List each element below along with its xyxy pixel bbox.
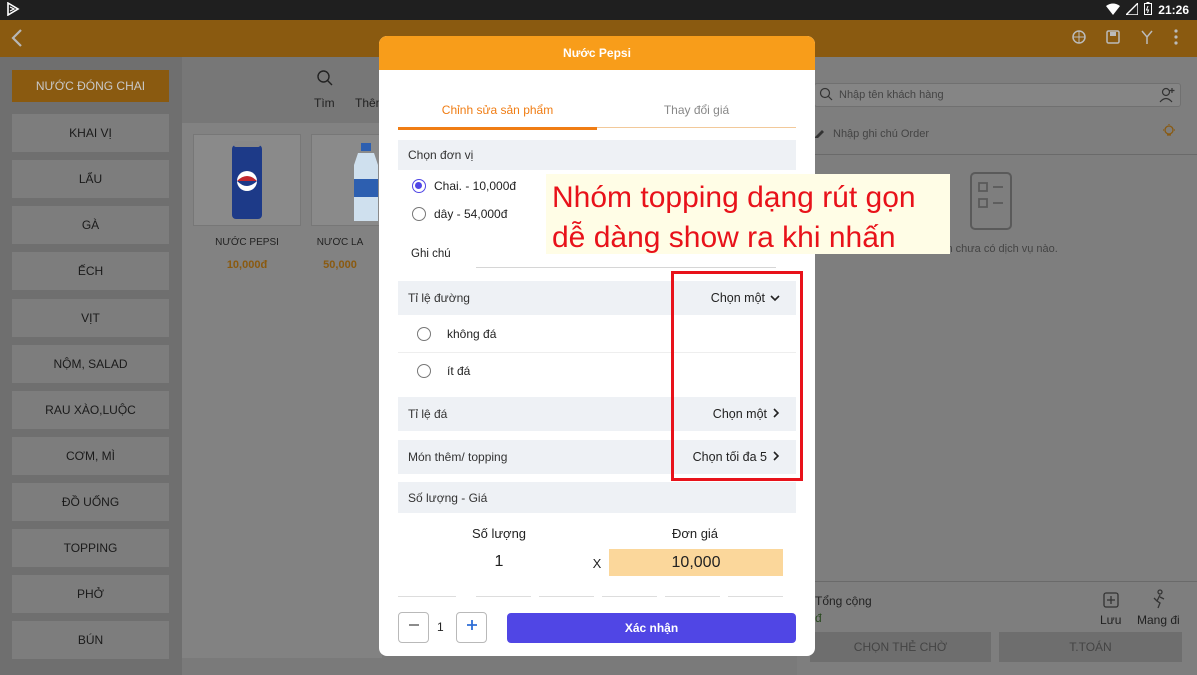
tab-label: Thay đổi giá [663,103,730,117]
unit-option-label: dây - 54,000đ [434,207,508,221]
plus-icon [465,618,479,637]
radio-unchecked-icon[interactable] [417,364,431,378]
product-name: NƯỚC LA [316,237,364,248]
save-disk-icon[interactable] [1105,29,1121,50]
qty-price-section-header: Số lượng - Giá [398,482,796,513]
takeaway-label[interactable]: Mang đi [1137,613,1180,627]
group-label: Tỉ lệ đá [408,407,448,421]
category-item[interactable]: CƠM, MÌ [12,437,169,475]
increase-qty-button[interactable] [456,612,487,643]
unit-option[interactable]: Chai. - 10,000đ [412,179,516,193]
search-label[interactable]: Tìm [314,96,335,110]
category-header-button[interactable]: NƯỚC ĐÓNG CHAI [12,70,169,102]
tab-label: Chỉnh sửa sản phẩm [441,103,554,117]
search-area: Tìm Thêm [182,57,386,123]
category-item[interactable]: NỘM, SALAD [12,345,169,383]
add-customer-icon[interactable] [1158,86,1176,109]
search-icon [819,87,833,106]
divider [797,154,1197,155]
more-vertical-icon[interactable] [1173,29,1179,50]
back-arrow-icon[interactable] [8,27,28,54]
save-label[interactable]: Lưu [1100,613,1121,627]
radio-unchecked-icon[interactable] [412,207,426,221]
qty-value[interactable]: 1 [449,553,549,571]
category-item[interactable]: ẾCH [12,252,169,290]
category-item[interactable]: KHAI VỊ [12,114,169,152]
product-name: NƯỚC PEPSI [215,237,279,248]
dialog-title: Nước Pepsi [379,36,815,70]
qty-label: Số lượng [471,526,527,541]
divider [602,596,657,597]
pepsi-can-image [230,141,264,226]
category-item[interactable]: VỊT [12,299,169,337]
group-label: Món thêm/ topping [408,450,508,464]
section-title: Số lượng - Giá [408,490,488,505]
customer-search-field[interactable]: Nhập tên khách hàng [814,83,1181,107]
search-icon[interactable] [316,69,334,92]
radio-unchecked-icon[interactable] [417,327,431,341]
unit-option-label: Chai. - 10,000đ [434,179,517,193]
order-panel: Nhập tên khách hàng Nhập ghi chú Order H… [797,57,1197,675]
minus-icon [407,618,421,637]
note-label: Ghi chú [411,248,451,260]
signal-icon [1124,0,1139,18]
active-tab-indicator [398,127,597,130]
times-symbol: X [592,556,602,571]
divider [476,596,531,597]
product-price: 10,000đ [226,259,268,271]
category-item[interactable]: ĐỒ UỐNG [12,483,169,521]
app-logo-icon [6,1,20,19]
tab-change-price[interactable]: Thay đổi giá [597,92,796,128]
group-label: Tỉ lệ đường [408,291,470,305]
divider [665,596,720,597]
category-item[interactable]: RAU XÀO,LUỘC [12,391,169,429]
stepper-value[interactable]: 1 [437,620,444,634]
save-icon[interactable] [1102,591,1120,614]
clock-time: 21:26 [1158,3,1189,17]
category-item[interactable]: LẨU [12,160,169,198]
total-value: đ [815,611,822,625]
pay-button[interactable]: T.TOÁN [999,632,1182,662]
battery-icon [1144,2,1153,18]
confirm-button[interactable]: Xác nhận [507,613,796,643]
category-item[interactable]: GÀ [12,206,169,244]
annotation-text: Nhóm topping dạng rút gọn dễ dàng show r… [552,178,916,258]
topping-option-label: không đá [447,327,497,341]
status-bar: 21:26 [0,0,1197,20]
merge-icon[interactable] [1139,29,1155,50]
total-label: Tổng cộng [815,594,872,608]
annotation-line: Nhóm topping dạng rút gọn [552,181,916,214]
category-item[interactable]: TOPPING [12,529,169,567]
category-item[interactable]: BÚN [12,621,169,659]
takeaway-icon[interactable] [1150,589,1168,614]
radio-checked-icon[interactable] [412,179,426,193]
unit-section-header: Chọn đơn vị [398,140,796,170]
topping-option-label: ít đá [447,364,471,378]
note-input[interactable] [476,267,776,268]
empty-order-icon [965,169,1025,244]
order-note-placeholder[interactable]: Nhập ghi chú Order [833,128,929,140]
divider [728,596,783,597]
wifi-icon [1106,3,1121,18]
annotation-highlight-box [671,271,803,481]
category-item[interactable]: PHỞ [12,575,169,613]
dialog-tabs: Chỉnh sửa sản phẩm Thay đổi giá [398,92,796,130]
annotation-line: dễ dàng show ra khi nhấn [552,221,896,254]
product-card[interactable] [193,134,301,226]
divider [539,596,594,597]
grid-icon[interactable] [1071,29,1087,50]
divider [398,596,456,597]
unit-option[interactable]: dây - 54,000đ [412,207,507,221]
wait-card-button[interactable]: CHỌN THẺ CHỜ [810,632,991,662]
lightbulb-icon[interactable] [1161,123,1177,144]
unit-price-field[interactable]: 10,000 [609,549,783,576]
price-label: Đơn giá [671,526,719,541]
section-title: Chọn đơn vị [408,148,474,162]
tab-edit-product[interactable]: Chỉnh sửa sản phẩm [398,92,597,130]
product-price: 50,000 [323,259,357,271]
divider [797,581,1197,582]
decrease-qty-button[interactable] [398,612,429,643]
customer-placeholder: Nhập tên khách hàng [839,89,944,101]
